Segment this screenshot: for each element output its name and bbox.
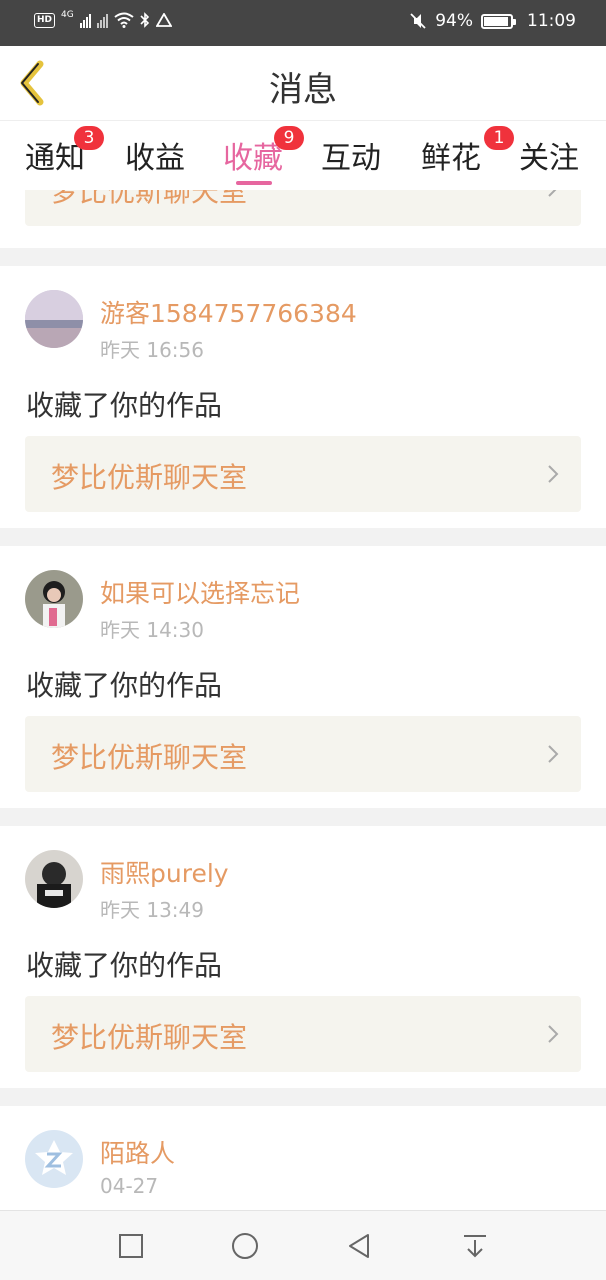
header: 消息 xyxy=(0,46,606,120)
clock: 11:09 xyxy=(527,11,576,31)
tab-bar: 通知 3 收益 收藏 9 互动 鲜花 1 关注 xyxy=(0,120,606,190)
work-title: 梦比优斯聊天室 xyxy=(51,190,248,208)
work-title: 梦比优斯聊天室 xyxy=(51,461,248,494)
status-right: 94% 11:09 xyxy=(409,11,576,31)
tab-label: 关注 xyxy=(519,141,579,176)
action-text: 收藏了你的作品 xyxy=(26,949,223,982)
tab-label: 通知 xyxy=(25,141,85,176)
alert-triangle-icon xyxy=(155,13,172,27)
battery-percent: 94% xyxy=(435,11,473,31)
system-nav-bar xyxy=(0,1210,606,1280)
tab-label: 鲜花 xyxy=(421,141,481,176)
page-title: 消息 xyxy=(269,70,337,110)
wifi-icon xyxy=(114,12,134,28)
list-item: 雨熙purely 昨天 13:49 收藏了你的作品 梦比优斯聊天室 xyxy=(0,826,606,1088)
avatar[interactable] xyxy=(25,850,83,908)
hd-icon: HD xyxy=(34,12,56,28)
avatar-image xyxy=(25,290,83,348)
default-avatar-icon xyxy=(25,1130,83,1188)
chevron-right-icon xyxy=(548,1025,559,1043)
username[interactable]: 游客1584757766384 xyxy=(100,294,357,330)
username[interactable]: 陌路人 xyxy=(100,1134,175,1170)
triangle-back-icon[interactable] xyxy=(344,1231,374,1261)
chevron-right-icon xyxy=(548,190,557,197)
work-link[interactable]: 梦比优斯聊天室 xyxy=(25,716,581,792)
chevron-right-icon xyxy=(548,465,559,483)
username[interactable]: 雨熙purely xyxy=(100,854,229,890)
square-recents-icon[interactable] xyxy=(116,1231,146,1261)
pull-down-icon[interactable] xyxy=(460,1231,490,1261)
avatar-image xyxy=(25,850,83,908)
work-link[interactable]: 梦比优斯聊天室 xyxy=(25,436,581,512)
tab-label: 收藏 xyxy=(223,141,283,176)
status-bar: HD 4G 94% 11:09 xyxy=(0,0,606,46)
network-type: 4G xyxy=(61,10,74,20)
list-item: 游客1584757766384 昨天 16:56 收藏了你的作品 梦比优斯聊天室 xyxy=(0,266,606,528)
tab-flowers[interactable]: 鲜花 1 xyxy=(406,126,514,177)
action-text: 收藏了你的作品 xyxy=(26,669,223,702)
tab-label: 互动 xyxy=(321,141,381,176)
tab-notifications[interactable]: 通知 3 xyxy=(10,126,104,177)
work-link[interactable]: 梦比优斯聊天室 xyxy=(25,996,581,1072)
favorites-badge: 9 xyxy=(274,126,304,150)
list-item: 陌路人 04-27 xyxy=(0,1106,606,1210)
message-feed[interactable]: 梦比优斯聊天室 游客1584757766384 昨天 16:56 收藏了你的作品… xyxy=(0,190,606,1210)
active-tab-indicator xyxy=(236,181,272,185)
work-title: 梦比优斯聊天室 xyxy=(51,1021,248,1054)
status-left: HD 4G xyxy=(34,10,172,28)
tab-interactions[interactable]: 互动 xyxy=(306,133,396,177)
timestamp: 04-27 xyxy=(100,1174,159,1198)
battery-icon xyxy=(481,13,516,29)
avatar-image xyxy=(25,570,83,628)
list-item: 梦比优斯聊天室 xyxy=(0,190,606,248)
tab-earnings[interactable]: 收益 xyxy=(110,133,200,177)
chevron-right-icon xyxy=(548,745,559,763)
timestamp: 昨天 16:56 xyxy=(100,338,204,362)
mute-icon xyxy=(410,13,426,29)
timestamp: 昨天 13:49 xyxy=(100,898,204,922)
cell-signal-icon xyxy=(79,12,91,28)
circle-home-icon[interactable] xyxy=(230,1231,260,1261)
username[interactable]: 如果可以选择忘记 xyxy=(100,574,300,610)
work-title: 梦比优斯聊天室 xyxy=(51,741,248,774)
tab-label: 收益 xyxy=(125,141,185,176)
tab-favorites[interactable]: 收藏 9 xyxy=(208,126,304,185)
action-text: 收藏了你的作品 xyxy=(26,389,223,422)
bluetooth-icon xyxy=(140,12,149,28)
tab-following[interactable]: 关注 xyxy=(504,133,594,177)
cell-signal-2-icon xyxy=(96,12,108,28)
avatar[interactable] xyxy=(25,290,83,348)
notification-badge: 3 xyxy=(74,126,104,150)
list-item: 如果可以选择忘记 昨天 14:30 收藏了你的作品 梦比优斯聊天室 xyxy=(0,546,606,808)
timestamp: 昨天 14:30 xyxy=(100,618,204,642)
avatar[interactable] xyxy=(25,570,83,628)
work-link[interactable]: 梦比优斯聊天室 xyxy=(25,190,581,226)
avatar[interactable] xyxy=(25,1130,83,1188)
